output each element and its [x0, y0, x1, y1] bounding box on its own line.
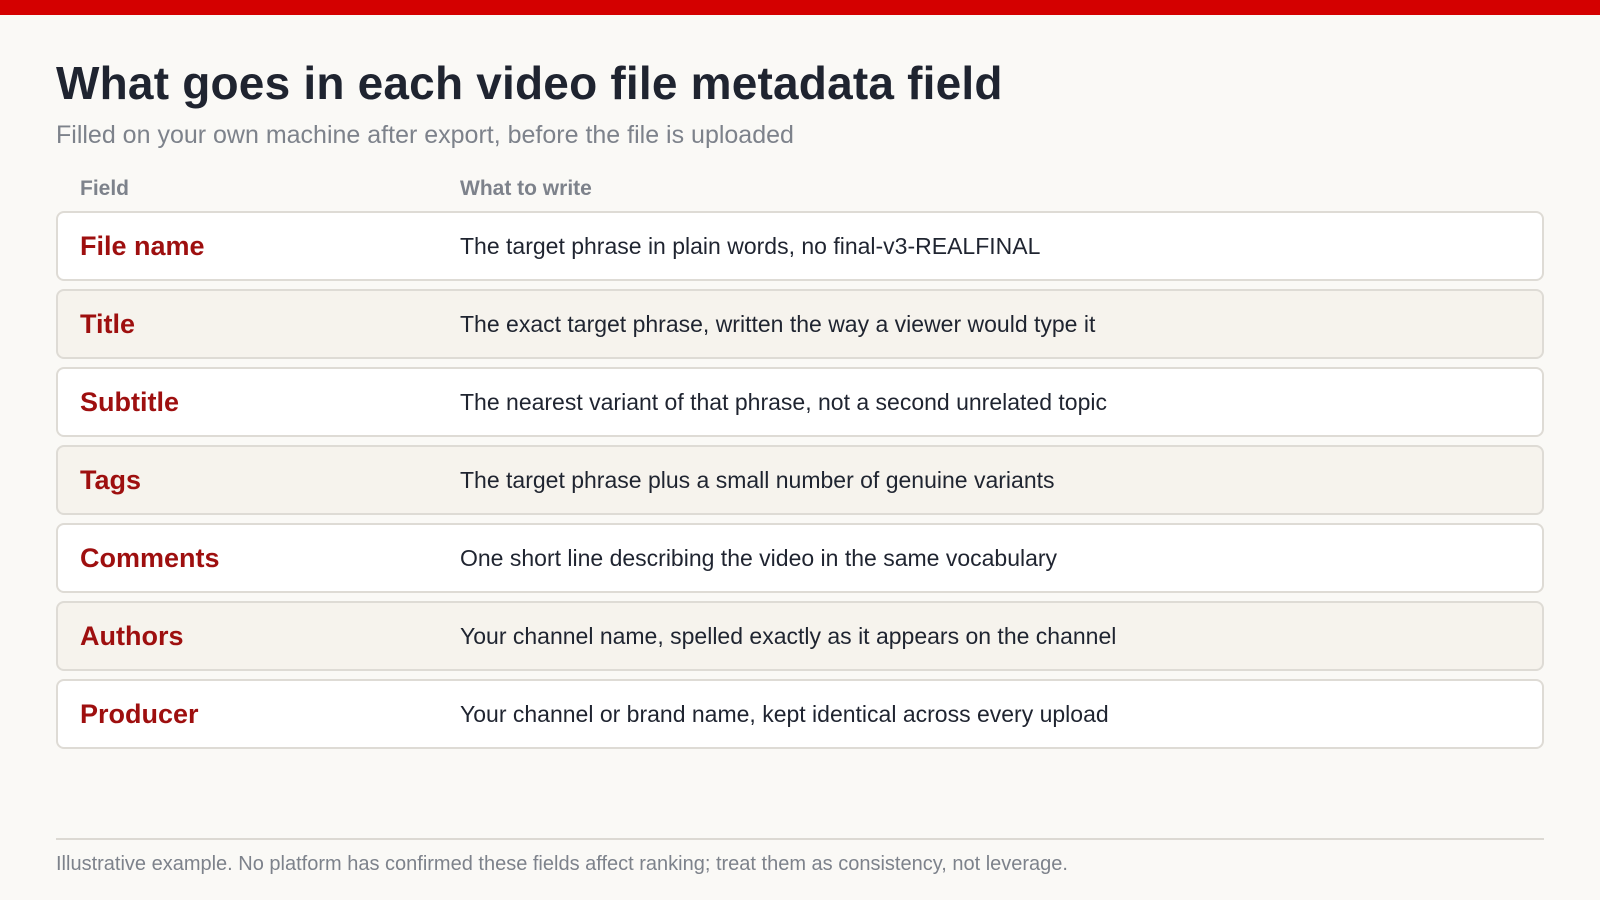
table-row: Subtitle The nearest variant of that phr… — [56, 367, 1544, 437]
page-subtitle: Filled on your own machine after export,… — [56, 121, 794, 149]
column-header-what-to-write: What to write — [460, 177, 592, 200]
table-row: Producer Your channel or brand name, kep… — [56, 679, 1544, 749]
field-description: One short line describing the video in t… — [460, 545, 1058, 571]
field-name: Title — [80, 309, 136, 339]
table-header: Field What to write — [56, 177, 1544, 205]
table-row: Tags The target phrase plus a small numb… — [56, 445, 1544, 515]
table-row: Title The exact target phrase, written t… — [56, 289, 1544, 359]
field-description: Your channel name, spelled exactly as it… — [460, 623, 1117, 649]
field-description: The target phrase in plain words, no fin… — [460, 233, 1041, 259]
metadata-table: File name The target phrase in plain wor… — [56, 211, 1544, 749]
field-name: Subtitle — [80, 387, 179, 417]
footer-divider — [56, 838, 1544, 840]
field-description: The nearest variant of that phrase, not … — [460, 389, 1107, 415]
table-row: Authors Your channel name, spelled exact… — [56, 601, 1544, 671]
top-accent-bar — [0, 0, 1600, 15]
column-header-field: Field — [80, 177, 130, 200]
page-title: What goes in each video file metadata fi… — [56, 57, 1003, 109]
table-row: File name The target phrase in plain wor… — [56, 211, 1544, 281]
table-row: Comments One short line describing the v… — [56, 523, 1544, 593]
field-name: Tags — [80, 465, 142, 495]
field-description: The target phrase plus a small number of… — [460, 467, 1055, 493]
field-description: Your channel or brand name, kept identic… — [460, 701, 1109, 727]
main-content: What goes in each video file metadata fi… — [56, 55, 1544, 757]
footer-note: Illustrative example. No platform has co… — [56, 853, 1068, 875]
field-description: The exact target phrase, written the way… — [460, 311, 1096, 337]
field-name: File name — [80, 231, 205, 261]
field-name: Authors — [80, 621, 184, 651]
field-name: Comments — [80, 543, 220, 573]
field-name: Producer — [80, 699, 199, 729]
